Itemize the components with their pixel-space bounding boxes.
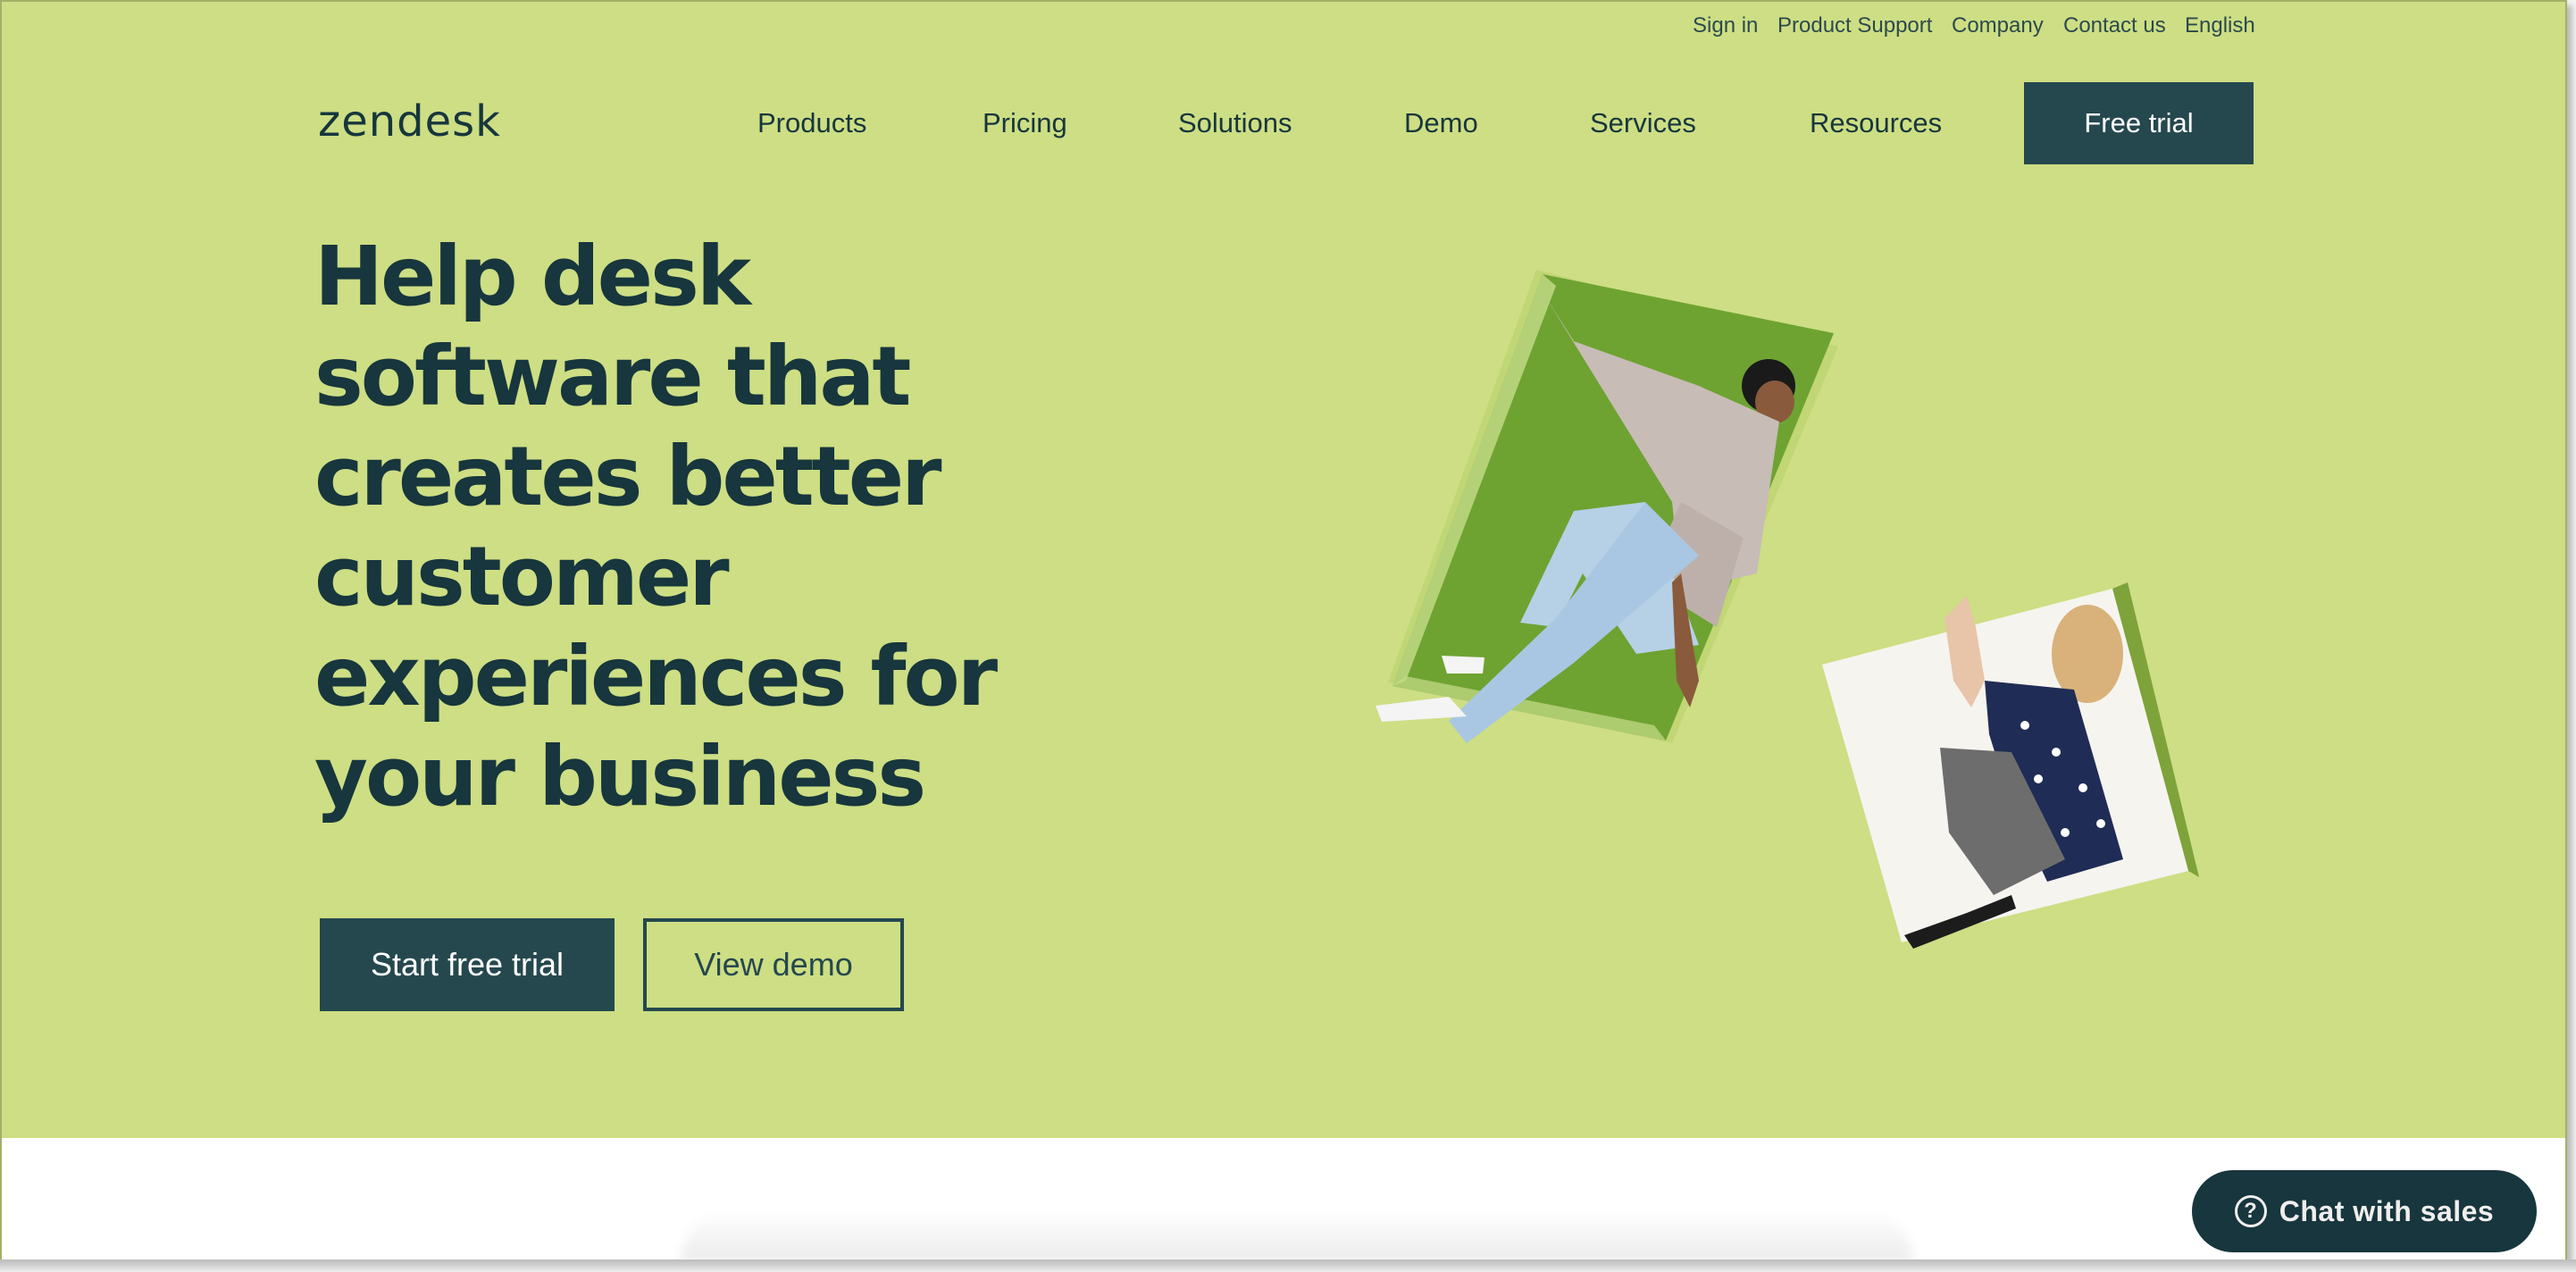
illustration-panel-green (1376, 270, 1838, 743)
headline-line: experiences for (314, 629, 998, 724)
nav-item-solutions[interactable]: Solutions (1178, 105, 1292, 141)
utility-nav: Sign in Product Support Company Contact … (2, 11, 2565, 41)
nav-item-products[interactable]: Products (757, 105, 866, 141)
headline-line: Help desk (314, 229, 751, 324)
illustration-panel-white (1822, 582, 2199, 949)
content-card-shadow (681, 1209, 1913, 1259)
hero-section: Sign in Product Support Company Contact … (2, 2, 2565, 1138)
chat-label: Chat with sales (2279, 1194, 2495, 1227)
zendesk-logo[interactable]: zendesk (318, 95, 501, 148)
browser-page: Sign in Product Support Company Contact … (0, 0, 2567, 1259)
view-demo-button[interactable]: View demo (643, 918, 904, 1011)
headline-line: customer (314, 529, 730, 624)
nav-item-demo[interactable]: Demo (1404, 105, 1478, 141)
hero-illustration (1376, 270, 2199, 949)
headline-line: creates better (314, 429, 942, 524)
headline-line: software that (314, 329, 911, 424)
question-circle-icon: ? (2234, 1195, 2267, 1227)
headline-line: your business (314, 729, 926, 824)
utility-link-language[interactable]: English (2185, 11, 2255, 41)
utility-link-product-support[interactable]: Product Support (1777, 11, 1932, 41)
hero-headline: Help desk software that creates better c… (314, 227, 998, 827)
utility-link-company[interactable]: Company (1952, 11, 2044, 41)
utility-link-sign-in[interactable]: Sign in (1693, 11, 1758, 41)
nav-item-resources[interactable]: Resources (1810, 105, 1942, 141)
window-bottom-edge (0, 1259, 2576, 1272)
nav-item-services[interactable]: Services (1590, 105, 1696, 141)
nav-item-pricing[interactable]: Pricing (983, 105, 1067, 141)
free-trial-button[interactable]: Free trial (2024, 82, 2254, 164)
utility-link-contact-us[interactable]: Contact us (2063, 11, 2166, 41)
chat-with-sales-button[interactable]: ? Chat with sales (2192, 1170, 2537, 1252)
start-free-trial-button[interactable]: Start free trial (320, 918, 615, 1011)
